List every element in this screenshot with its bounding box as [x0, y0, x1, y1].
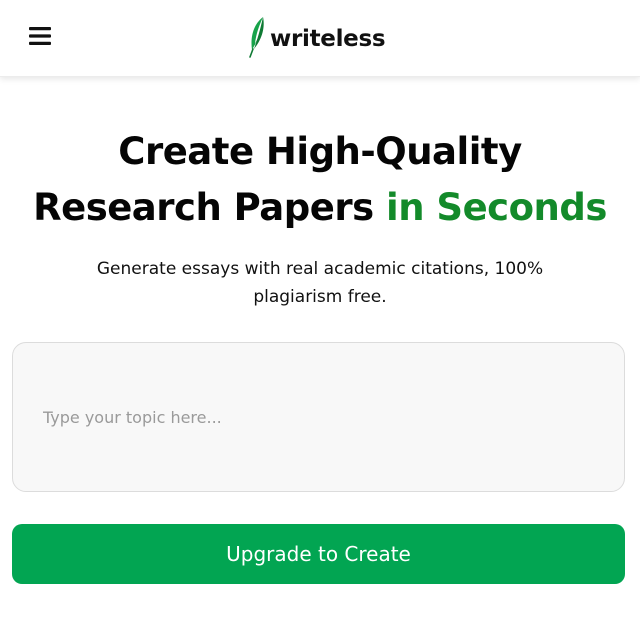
top-header: writeless	[0, 0, 640, 77]
subtitle-line-1: Generate essays with real academic citat…	[96, 259, 544, 279]
brand-logo[interactable]: writeless	[248, 14, 386, 60]
menu-button[interactable]	[22, 20, 58, 52]
subtitle-line-2: plagiarism free.	[253, 287, 387, 307]
title-line-2: Research Papers	[33, 186, 374, 229]
page-title: Create High-Quality Research Papers in S…	[0, 124, 640, 236]
title-line-1: Create High-Quality	[118, 130, 522, 173]
hamburger-menu-icon[interactable]	[29, 27, 51, 45]
quill-feather-icon	[249, 17, 264, 58]
topic-input[interactable]	[12, 342, 625, 492]
title-accent: in Seconds	[386, 186, 607, 229]
page-subtitle: Generate essays with real academic citat…	[40, 255, 600, 311]
upgrade-to-create-button[interactable]: Upgrade to Create	[12, 524, 625, 584]
brand-name: writeless	[270, 26, 386, 52]
